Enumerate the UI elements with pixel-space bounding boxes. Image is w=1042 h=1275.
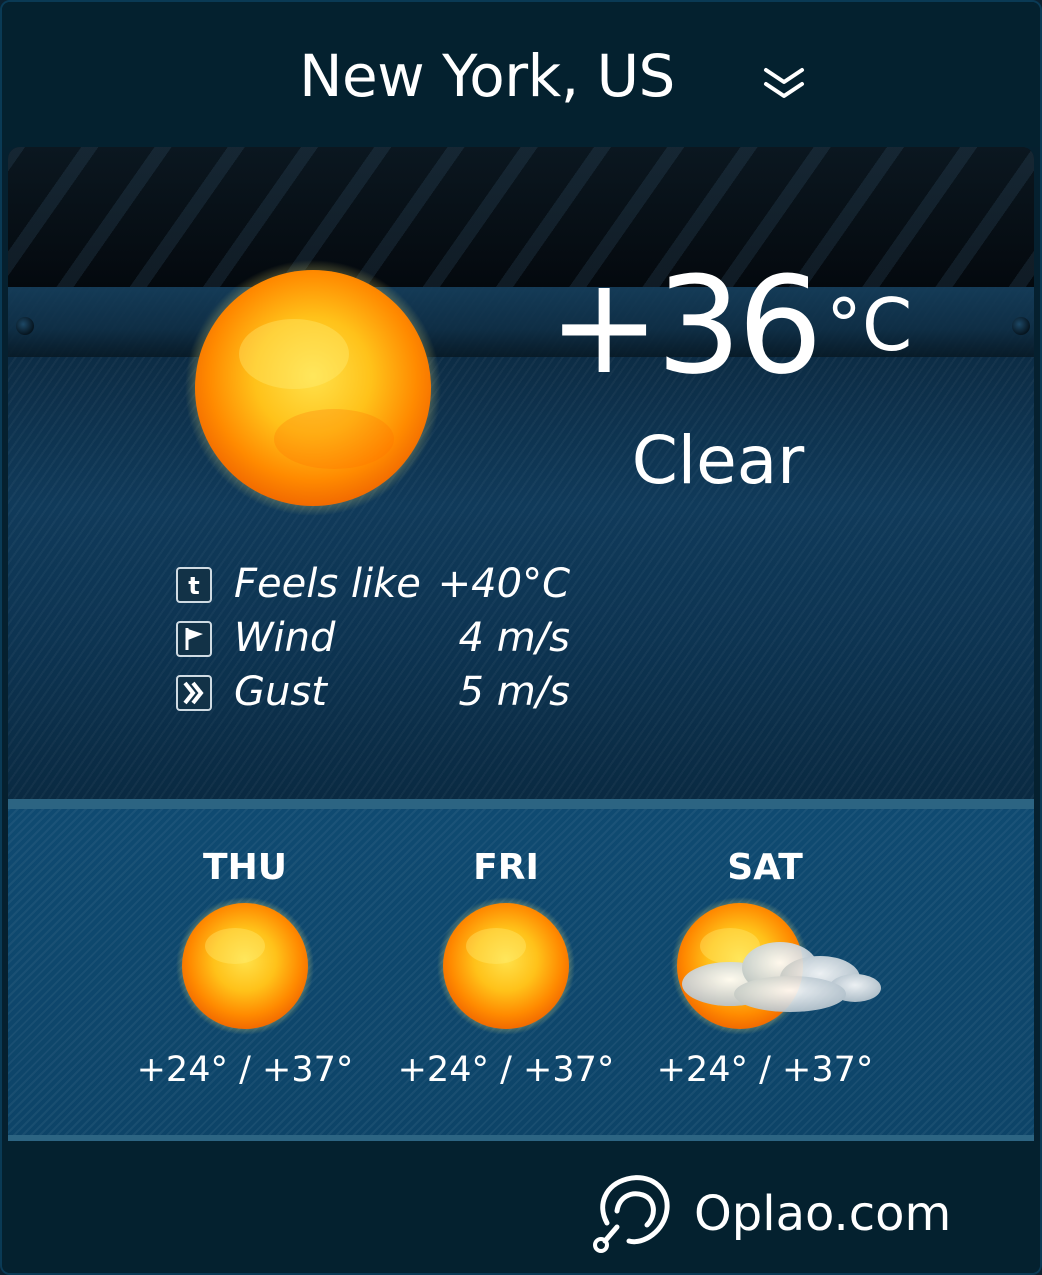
header: New York, US xyxy=(2,2,1040,147)
detail-label: Wind xyxy=(234,615,336,661)
detail-value: 4 m/s xyxy=(458,615,570,661)
forecast-icon-wrap xyxy=(650,896,881,1036)
sun-icon xyxy=(176,897,314,1035)
forecast-day-thu[interactable]: THU +24° / +37° xyxy=(130,847,360,1090)
footer: Oplao.com xyxy=(2,1141,1040,1273)
sun-icon xyxy=(437,897,575,1035)
detail-value: +40°C xyxy=(437,561,570,607)
wind-flag-icon xyxy=(176,621,212,657)
svg-text:t: t xyxy=(188,572,199,600)
oplao-logo-icon[interactable] xyxy=(587,1165,677,1255)
forecast-day-name: FRI xyxy=(473,847,539,888)
forecast-temperatures: +24° / +37° xyxy=(397,1050,615,1090)
detail-row-gust: Gust 5 m/s xyxy=(170,667,590,721)
temperature-unit: °C xyxy=(826,283,913,367)
sun-cloud-icon xyxy=(671,897,881,1035)
current-temperature: +36 °C xyxy=(548,259,912,393)
sun-icon xyxy=(185,260,441,516)
decorative-top-band xyxy=(8,147,1034,287)
forecast-day-name: THU xyxy=(203,847,287,888)
forecast-icon-wrap xyxy=(391,896,621,1036)
weather-widget: New York, US +36 °C Clear t Feels like +… xyxy=(0,0,1042,1275)
forecast-day-name: SAT xyxy=(727,847,803,888)
detail-row-feels-like: t Feels like +40°C xyxy=(170,559,590,613)
temperature-value: +36 xyxy=(548,248,823,404)
details-list: t Feels like +40°C Wind 4 m/s Gust 5 m/s xyxy=(170,559,590,721)
forecast-temperatures: +24° / +37° xyxy=(136,1050,354,1090)
gust-icon xyxy=(176,675,212,711)
condition-text: Clear xyxy=(631,422,805,499)
forecast-day-sat[interactable]: SAT +24° / +37° xyxy=(650,847,881,1090)
forecast-panel: THU +24° / +37° FRI +24° / +37° SAT +24°… xyxy=(8,799,1034,1141)
current-conditions-panel: +36 °C Clear t Feels like +40°C Wind 4 m… xyxy=(8,147,1034,799)
brand-link[interactable]: Oplao.com xyxy=(694,1186,951,1242)
rivet-right xyxy=(1012,317,1030,335)
city-name[interactable]: New York, US xyxy=(2,42,972,110)
chevron-double-down-icon[interactable] xyxy=(760,64,808,104)
forecast-day-fri[interactable]: FRI +24° / +37° xyxy=(391,847,621,1090)
forecast-temperatures: +24° / +37° xyxy=(656,1050,874,1090)
detail-row-wind: Wind 4 m/s xyxy=(170,613,590,667)
detail-label: Feels like xyxy=(234,561,421,607)
temperature-feel-icon: t xyxy=(176,567,212,603)
rivet-left xyxy=(16,317,34,335)
detail-label: Gust xyxy=(234,669,327,715)
forecast-icon-wrap xyxy=(130,896,360,1036)
detail-value: 5 m/s xyxy=(458,669,570,715)
